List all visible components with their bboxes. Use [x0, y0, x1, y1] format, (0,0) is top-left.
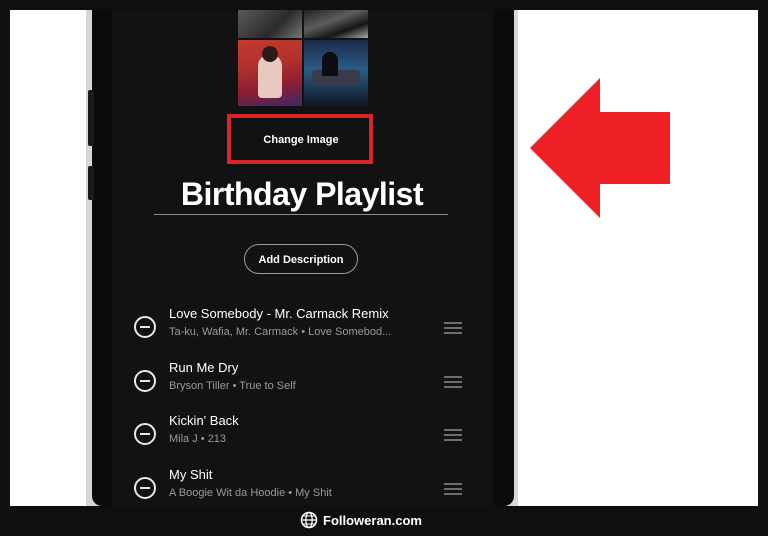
red-arrow-icon	[530, 78, 670, 218]
cover-tile	[304, 10, 368, 38]
cover-tile	[304, 40, 368, 106]
cover-tile	[238, 10, 302, 38]
title-underline	[154, 214, 448, 215]
track-row[interactable]: Love Somebody - Mr. Carmack Remix Ta-ku,…	[130, 306, 470, 352]
playlist-title-field[interactable]: Birthday Playlist	[154, 172, 450, 216]
watermark: Followeran.com	[300, 510, 422, 530]
drag-handle-icon[interactable]	[444, 483, 462, 495]
track-name: Kickin' Back	[169, 413, 239, 428]
minus-circle-icon[interactable]	[134, 477, 156, 499]
track-name: My Shit	[169, 467, 213, 482]
add-description-button[interactable]: Add Description	[244, 244, 358, 274]
minus-circle-icon[interactable]	[134, 370, 156, 392]
track-subtitle: A Boogie Wit da Hoodie • My Shit	[169, 487, 332, 499]
phone-side-button	[88, 90, 94, 146]
track-subtitle: Ta-ku, Wafia, Mr. Carmack • Love Somebod…	[169, 326, 392, 338]
drag-handle-icon[interactable]	[444, 322, 462, 334]
track-row[interactable]: Kickin' Back Mila J • 213	[130, 413, 470, 459]
drag-handle-icon[interactable]	[444, 376, 462, 388]
change-image-button[interactable]: Change Image	[240, 128, 362, 152]
drag-handle-icon[interactable]	[444, 429, 462, 441]
phone-side-button	[88, 166, 94, 200]
globe-icon	[300, 511, 318, 529]
track-name: Run Me Dry	[169, 360, 239, 375]
track-subtitle: Mila J • 213	[169, 433, 227, 445]
track-row[interactable]: Run Me Dry Bryson Tiller • True to Self	[130, 360, 470, 406]
cover-tile	[238, 40, 302, 106]
minus-circle-icon[interactable]	[134, 423, 156, 445]
playlist-cover-art[interactable]	[238, 10, 368, 106]
track-subtitle: Bryson Tiller • True to Self	[169, 380, 296, 392]
watermark-text: Followeran.com	[323, 512, 422, 528]
minus-circle-icon[interactable]	[134, 316, 156, 338]
track-name: Love Somebody - Mr. Carmack Remix	[169, 306, 389, 321]
